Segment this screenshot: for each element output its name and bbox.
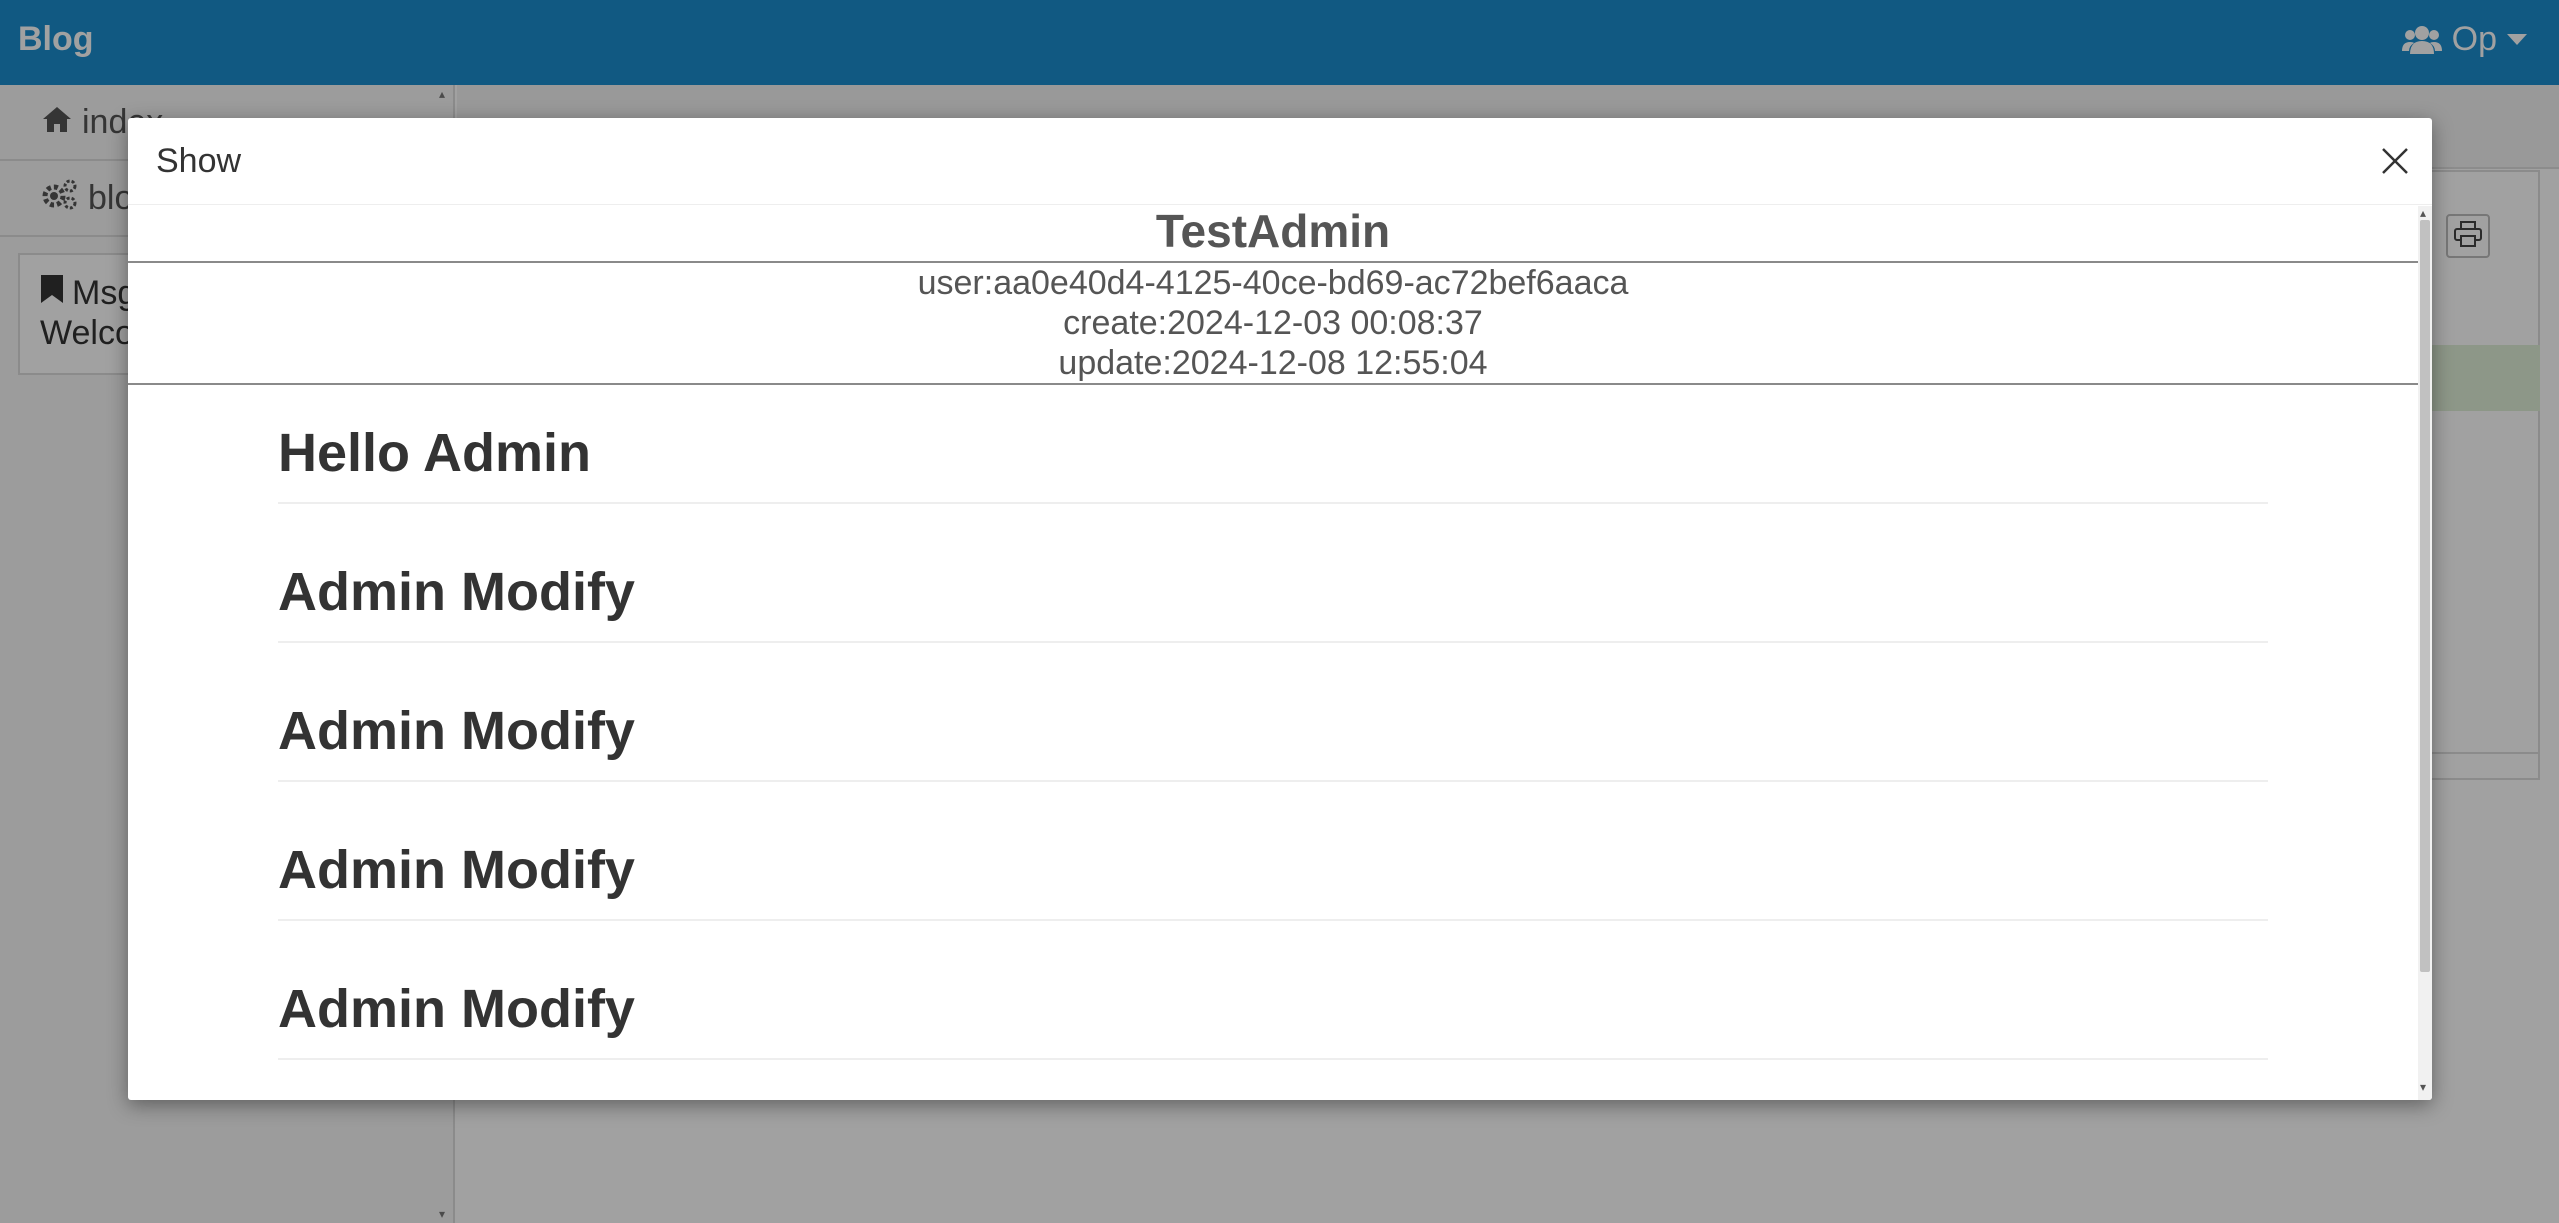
content-heading-row: Admin Modify: [278, 539, 2268, 678]
content-heading-row: Admin Modify: [278, 817, 2268, 956]
heading-rule: [278, 641, 2268, 643]
close-icon: [2378, 148, 2412, 182]
post-content: Hello Admin Admin Modify Admin Modify Ad…: [278, 400, 2268, 1095]
header-divider-bottom: [128, 383, 2418, 385]
modal-title: Show: [156, 142, 242, 180]
post-user-id: user:aa0e40d4-4125-40ce-bd69-ac72bef6aac…: [917, 264, 1629, 302]
content-heading: Admin Modify: [278, 979, 635, 1039]
content-heading-row: Admin Modify: [278, 956, 2268, 1095]
modal-scroll-up-icon[interactable]: ▴: [2420, 206, 2426, 220]
heading-rule: [278, 919, 2268, 921]
content-heading: Hello Admin: [278, 423, 592, 483]
modal-scrollbar-thumb[interactable]: [2420, 220, 2430, 972]
content-heading-row: Hello Admin: [278, 400, 2268, 539]
content-heading: Admin Modify: [278, 562, 635, 622]
close-button[interactable]: [2378, 144, 2412, 178]
content-heading: Admin Modify: [278, 701, 635, 761]
heading-rule: [278, 502, 2268, 504]
post-author-name: TestAdmin: [1155, 205, 1391, 257]
modal-header: Show: [128, 118, 2432, 205]
header-divider-top: [128, 261, 2418, 263]
post-create-time: create:2024-12-03 00:08:37: [1063, 304, 1483, 342]
show-modal: Show TestAdmin TestAdmin user:aa0e40d4-4…: [128, 118, 2432, 1100]
modal-scroll-down-icon[interactable]: ▾: [2420, 1080, 2426, 1094]
content-heading: Admin Modify: [278, 840, 635, 900]
content-heading-row: Admin Modify: [278, 678, 2268, 817]
heading-rule: [278, 780, 2268, 782]
heading-rule: [278, 1058, 2268, 1060]
post-update-time: update:2024-12-08 12:55:04: [1058, 344, 1488, 382]
